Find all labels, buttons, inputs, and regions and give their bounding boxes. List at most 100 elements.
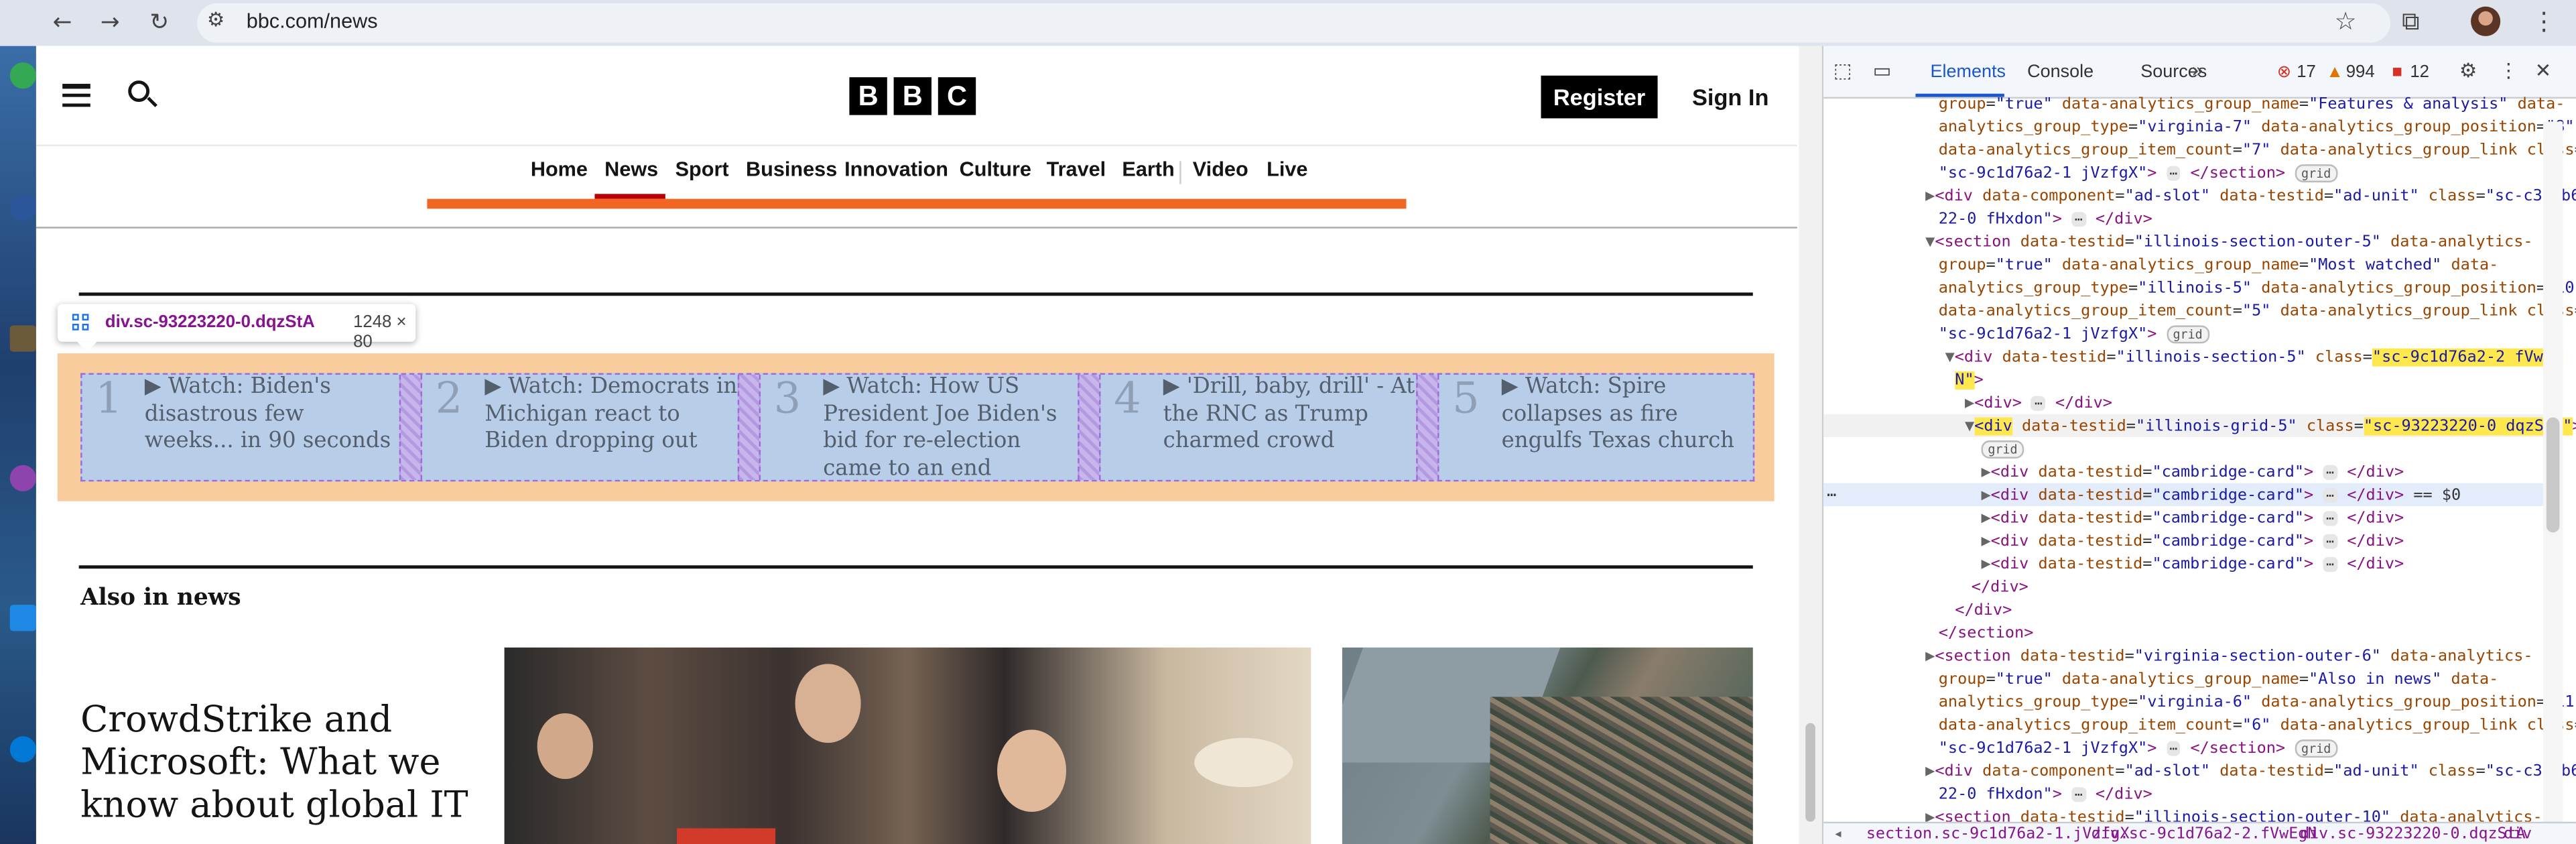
nav-item-live[interactable]: Live [1267,158,1307,180]
devtools-scrollbar-thumb[interactable] [2546,417,2560,533]
story-photo-aerial[interactable] [1342,647,1753,844]
grid-layout-icon [72,314,90,332]
dom-line[interactable]: grid [1981,439,2024,462]
register-button[interactable]: Register [1541,75,1658,119]
dom-line[interactable]: ▶<div data-testid="cambridge-card"> ⋯ </… [1982,508,2404,531]
dom-line[interactable]: "sc-9c1d76a2-1 jVzfgX"> ⋯ </section> gri… [1939,738,2338,761]
section-rule [78,292,1753,296]
nav-item-business[interactable]: Business [746,158,837,180]
watch-title[interactable]: Watch: Democrats in Michigan react to Bi… [485,375,737,454]
tab-console[interactable]: Console [2027,62,2094,82]
back-arrow-icon[interactable]: ← [46,7,79,40]
site-info-icon[interactable]: ⚙ [207,8,224,31]
close-icon[interactable]: ✕ [2535,59,2552,82]
app-desktop-icon[interactable] [9,194,36,221]
dom-line[interactable]: 22-0 fHxdon"> ⋯ </div> [1939,208,2152,231]
bbc-logo[interactable]: B B C [849,77,976,115]
breadcrumb-item[interactable]: section.sc-9c1d76a2-1.jVzfgX [1866,825,2130,843]
tooltip-selector: div.sc-93223220-0.dqzStA [105,312,315,333]
story-photo-crowd[interactable] [504,647,1311,844]
nav-item-news[interactable]: News [604,158,658,180]
dom-line[interactable]: ▶<div data-testid="cambridge-card"> ⋯ </… [1982,531,2404,554]
page-scrollbar-thumb[interactable] [1805,723,1815,822]
chrome-desktop-icon[interactable] [9,62,36,89]
dom-line[interactable]: analytics_group_type="virginia-7" data-a… [1939,117,2575,139]
breadcrumb-left-arrow-icon[interactable]: ◂ [1833,825,1843,843]
search-icon[interactable] [128,80,157,110]
dom-line[interactable]: ▼<section data-testid="illinois-section-… [1925,232,2532,255]
dom-line[interactable]: "sc-9c1d76a2-1 jVzfgX"> ⋯ </section> gri… [1939,163,2338,186]
browser-menu-icon[interactable]: ⋮ [2532,7,2557,36]
app-desktop-icon[interactable] [9,736,36,763]
dom-line[interactable]: analytics_group_type="illinois-5" data-a… [1939,278,2576,300]
url-text[interactable]: bbc.com/news [247,10,378,33]
watch-title[interactable]: 'Drill, baby, drill' - At the RNC as Tru… [1163,375,1415,454]
dom-line[interactable]: group="true" data-analytics_group_name="… [1939,669,2499,692]
warning-count-icon[interactable]: ▲ [2326,62,2343,82]
reload-icon[interactable]: ↻ [143,7,176,40]
dom-line[interactable]: ▼<div data-testid="illinois-section-5" c… [1945,347,2563,369]
devtools-menu-icon[interactable]: ⋮ [2499,59,2518,82]
profile-avatar[interactable] [2471,6,2501,36]
dom-line[interactable]: analytics_group_type="virginia-6" data-a… [1939,692,2576,715]
breadcrumb-item[interactable]: div.sc-93223220-0.dqzStA [2300,825,2526,843]
nav-item-sport[interactable]: Sport [675,158,729,180]
dom-line[interactable]: data-analytics_group_item_count="5" data… [1939,301,2576,324]
settings-gear-icon[interactable]: ⚙ [2459,59,2477,82]
watch-card[interactable]: 1 ▶ Watch: Biden's disastrous few weeks.… [82,375,399,480]
dom-line[interactable]: data-analytics_group_item_count="6" data… [1939,715,2576,737]
story-headline[interactable]: CrowdStrike and Microsoft: What we know … [80,700,491,828]
dom-line[interactable]: 22-0 fHxdon"> ⋯ </div> [1939,784,2152,806]
nav-item-earth[interactable]: Earth [1122,158,1174,180]
app-desktop-icon[interactable] [9,325,36,352]
dom-line[interactable]: data-analytics_group_item_count="7" data… [1939,139,2576,162]
dom-line[interactable]: </div> [1972,577,2028,599]
watch-card[interactable]: 4 ▶ 'Drill, baby, drill' - At the RNC as… [1101,375,1417,480]
vscode-desktop-icon[interactable] [9,605,36,631]
dom-line[interactable]: </div> [1955,600,2012,623]
more-tabs-icon[interactable]: » [2191,59,2203,82]
menu-hamburger-icon[interactable] [62,84,90,107]
nav-item-culture[interactable]: Culture [960,158,1031,180]
dom-line[interactable]: ▶<div data-testid="cambridge-card"> ⋯ </… [1982,554,2404,577]
watch-title[interactable]: Watch: Spire collapses as fire engulfs T… [1502,375,1734,454]
inspect-element-icon[interactable]: ⬚ [1833,59,1852,82]
forward-arrow-icon[interactable]: → [94,7,127,40]
dom-line[interactable]: group="true" data-analytics_group_name="… [1939,94,2565,117]
dom-line[interactable]: ▶<section data-testid="virginia-section-… [1925,646,2532,668]
breadcrumb-item[interactable]: div [2504,825,2532,843]
error-count-icon[interactable]: ⊗ [2277,62,2292,82]
sign-in-link[interactable]: Sign In [1692,84,1768,110]
watch-title[interactable]: Watch: Biden's disastrous few weeks... i… [145,375,391,454]
tab-elements[interactable]: Elements [1931,62,2006,82]
dom-line[interactable]: ▶<div data-testid="cambridge-card"> ⋯ </… [1982,485,2461,507]
watch-card[interactable]: 5 ▶ Watch: Spire collapses as fire engul… [1439,375,1753,480]
play-icon: ▶ [485,374,509,400]
issues-count[interactable]: 12 [2410,62,2429,82]
error-count[interactable]: 17 [2297,62,2316,82]
device-toolbar-icon[interactable]: ▭ [1873,59,1892,82]
dom-line[interactable]: N"> [1955,370,1984,393]
watch-card[interactable]: 3 ▶ Watch: How US President Joe Biden's … [761,375,1078,480]
watch-card[interactable]: 2 ▶ Watch: Democrats in Michigan react t… [422,375,738,480]
dom-line[interactable]: group="true" data-analytics_group_name="… [1939,255,2499,278]
bookmark-star-icon[interactable]: ☆ [2335,7,2357,36]
nav-item-travel[interactable]: Travel [1047,158,1106,180]
dom-line[interactable]: </section> [1939,623,2034,646]
dom-line[interactable]: ▼<div data-testid="illinois-grid-5" clas… [1965,416,2576,438]
extensions-icon[interactable]: ⧉ [2402,7,2419,36]
issues-icon[interactable]: ■ [2392,62,2402,82]
address-bar[interactable] [197,3,2390,43]
dom-line[interactable]: ▶<div data-component="ad-slot" data-test… [1925,761,2576,784]
watch-title[interactable]: Watch: How US President Joe Biden's bid … [823,375,1057,480]
nav-item-home[interactable]: Home [531,158,588,180]
breadcrumb-item[interactable]: div.sc-9c1d76a2-2.fVwEgN [2091,825,2317,843]
dom-line[interactable]: ▶<div data-testid="cambridge-card"> ⋯ </… [1982,462,2404,485]
warning-count[interactable]: 994 [2346,62,2375,82]
dom-line[interactable]: ▶<div> ⋯ </div> [1965,393,2112,416]
nav-item-video[interactable]: Video [1193,158,1248,180]
dom-line[interactable]: ▶<div data-component="ad-slot" data-test… [1925,186,2576,208]
app-desktop-icon[interactable] [9,465,36,491]
dom-line[interactable]: "sc-9c1d76a2-1 jVzfgX"> grid [1939,324,2209,347]
nav-item-innovation[interactable]: Innovation [844,158,948,180]
